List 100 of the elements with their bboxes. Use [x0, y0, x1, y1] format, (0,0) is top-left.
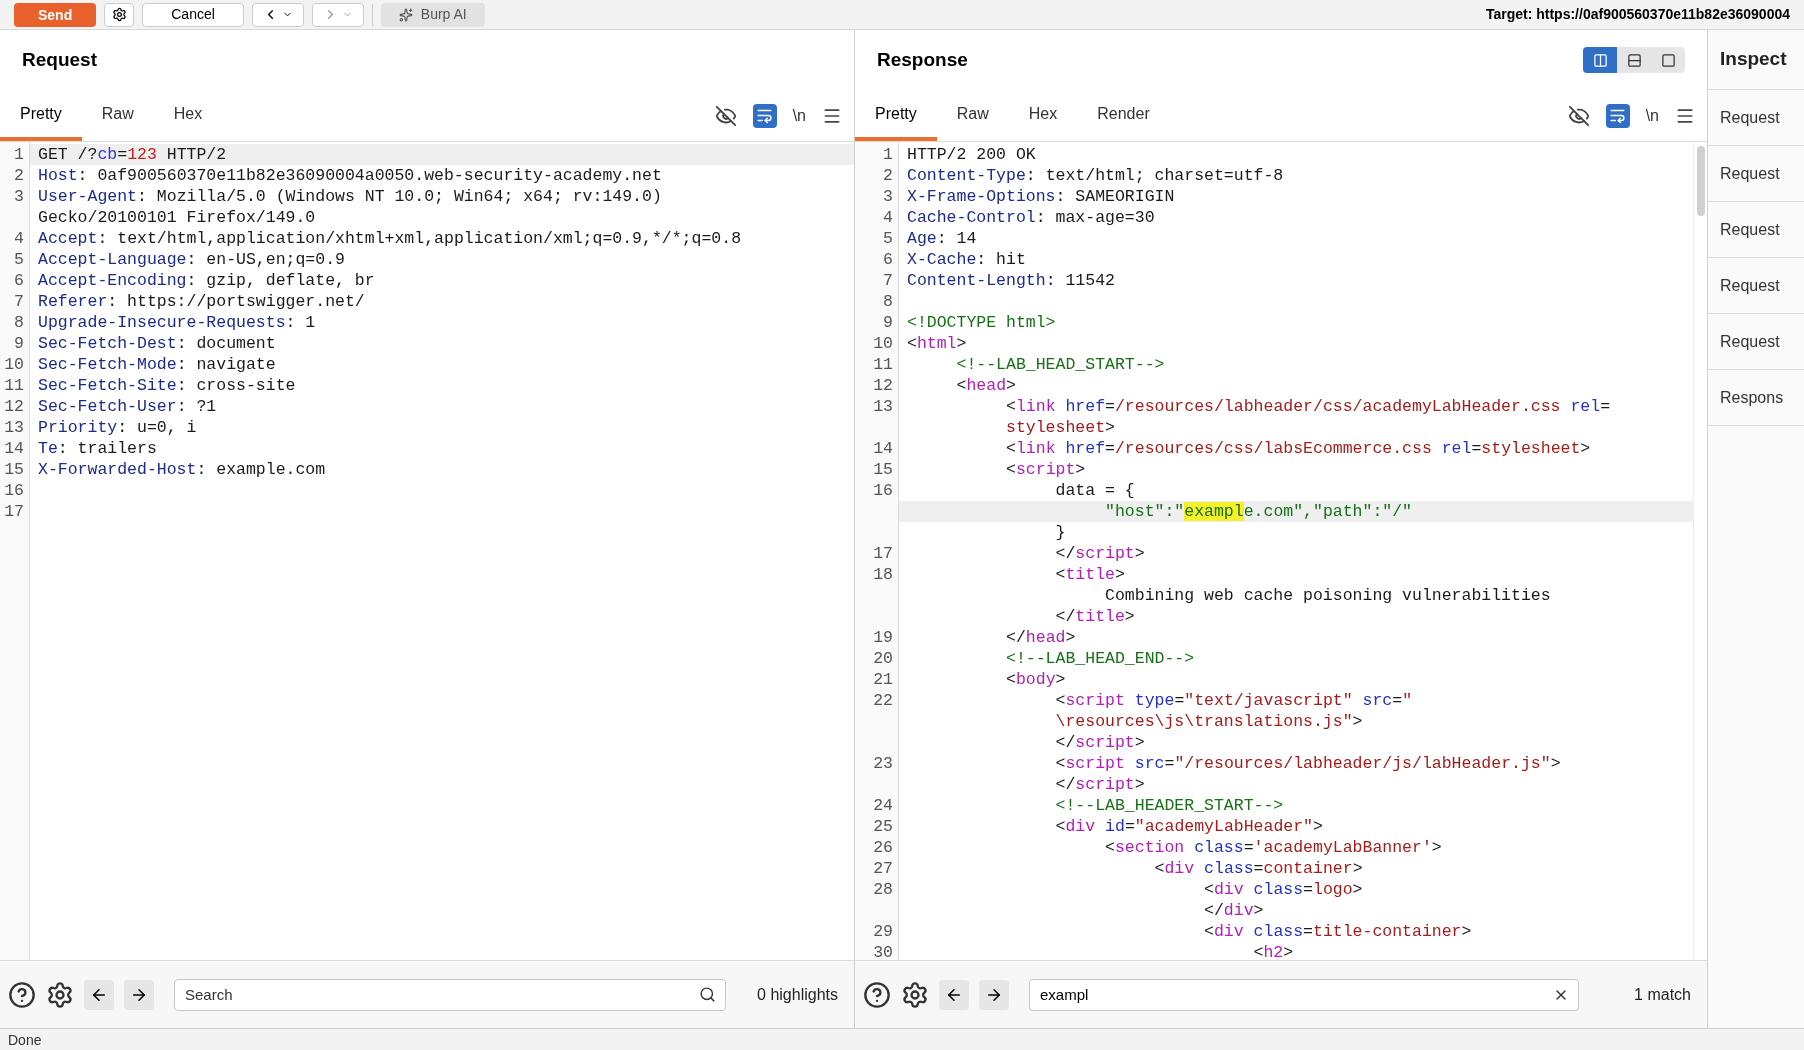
code-line: Content-Length: 11542: [906, 270, 1116, 291]
inspector-section[interactable]: Respons: [1720, 385, 1784, 410]
code-line: <script type="text/javascript" src=": [1054, 690, 1414, 711]
settings-button[interactable]: [104, 2, 135, 27]
panel-title: Response: [877, 47, 968, 72]
line-number: 18: [873, 565, 893, 584]
code-line: <script src="/resources/labheader/js/labHeader.js">: [1054, 753, 1562, 774]
line-number: 24: [873, 796, 893, 815]
line-number: 10: [4, 355, 24, 374]
scrollbar-thumb[interactable]: [1696, 146, 1705, 216]
target-url: Target: https://0af900560370e11b82e36090004: [1485, 5, 1790, 24]
code-line: </script>: [1054, 774, 1146, 795]
code-line: Age: 14: [906, 228, 978, 249]
line-number: 22: [873, 691, 893, 710]
code-line: <div class=title-container>: [1203, 921, 1473, 942]
line-number: 4: [883, 208, 893, 227]
code-line: Referer: https://portswigger.net/: [37, 291, 366, 312]
code-line: <!--LAB_HEADER_START-->: [1054, 795, 1285, 816]
search-field[interactable]: Search: [174, 978, 726, 1011]
code-line: </script>: [1054, 732, 1146, 753]
code-line: </div>: [1203, 900, 1265, 921]
line-number: 8: [14, 313, 24, 332]
code-line: Content-Type: text/html; charset=utf-8: [906, 165, 1285, 186]
code-line: <div id="academyLabHeader">: [1054, 816, 1324, 837]
line-number: 14: [4, 439, 24, 458]
next-button[interactable]: [979, 979, 1009, 1010]
code-line: data = {: [1054, 480, 1136, 501]
inspector-section[interactable]: Request: [1720, 273, 1780, 298]
panel-title: Request: [22, 47, 97, 72]
code-line: Sec-Fetch-Site: cross-site: [37, 375, 297, 396]
code-line: Host: 0af900560370e11b82e36090004a0050.web-security-academy.net: [37, 165, 663, 186]
layout-button[interactable]: [1651, 47, 1685, 73]
code-line: Priority: u=0, i: [37, 417, 198, 438]
next-button[interactable]: [124, 979, 154, 1010]
line-number: 21: [873, 670, 893, 689]
line-number: 26: [873, 838, 893, 857]
inspector-section[interactable]: Request: [1720, 161, 1780, 186]
newline-toggle[interactable]: \n: [1645, 103, 1659, 128]
search-result-count: 0 highlights: [756, 984, 839, 1005]
line-number: 19: [873, 628, 893, 647]
line-number: 9: [883, 313, 893, 332]
code-line: </script>: [1054, 543, 1146, 564]
line-number: 12: [873, 376, 893, 395]
help-icon[interactable]: [8, 980, 36, 1009]
editor-tab[interactable]: Hex: [1008, 90, 1078, 141]
search-icon[interactable]: [699, 985, 716, 1003]
wrap-toggle[interactable]: [1605, 103, 1630, 128]
code-line: stylesheet>: [1005, 417, 1116, 438]
editor-tab[interactable]: Hex: [153, 90, 223, 141]
inspector-section[interactable]: Request: [1720, 217, 1780, 242]
line-number: 2: [883, 166, 893, 185]
layout-icon: [1592, 52, 1608, 68]
line-number: 5: [14, 250, 24, 269]
line-number: 17: [873, 544, 893, 563]
layout-button[interactable]: [1617, 47, 1651, 73]
code-line: Te: trailers: [37, 438, 158, 459]
code-line: User-Agent: Mozilla/5.0 (Windows NT 10.0; Win64; x64; rv:149.0): [37, 186, 663, 207]
burp-ai-button[interactable]: Burp AI: [380, 2, 485, 27]
code-line: <h2>: [1252, 942, 1295, 960]
search-field[interactable]: exampl: [1029, 978, 1579, 1011]
settings-icon[interactable]: [46, 980, 74, 1009]
previous-button[interactable]: [939, 979, 969, 1010]
line-number: 29: [873, 922, 893, 941]
line-number: 11: [873, 355, 893, 374]
code-line: Accept: text/html,application/xhtml+xml,application/xml;q=0.9,*/*;q=0.8: [37, 228, 743, 249]
line-number: 13: [4, 418, 24, 437]
line-number: 30: [873, 943, 893, 960]
code-line: Sec-Fetch-Mode: navigate: [37, 354, 277, 375]
code-line: HTTP/2 200 OK: [906, 144, 1037, 165]
editor-tab[interactable]: Raw: [936, 90, 1009, 141]
code-line: <!DOCTYPE html>: [906, 312, 1057, 333]
help-icon[interactable]: [863, 980, 891, 1009]
line-number: 27: [873, 859, 893, 878]
line-number: 8: [883, 292, 893, 311]
layout-icon: [1626, 52, 1642, 68]
editor-tab[interactable]: Raw: [81, 90, 154, 141]
editor-tab[interactable]: Render: [1077, 90, 1170, 141]
wrap-toggle[interactable]: [752, 103, 777, 128]
hide-icon[interactable]: [1567, 104, 1590, 127]
hide-icon[interactable]: [714, 104, 737, 127]
line-number: 4: [14, 229, 24, 248]
code-line: X-Cache: hit: [906, 249, 1027, 270]
settings-icon[interactable]: [901, 980, 929, 1009]
line-number: 28: [873, 880, 893, 899]
line-number: 1: [14, 145, 24, 164]
code-line: X-Forwarded-Host: example.com: [37, 459, 327, 480]
line-number: 17: [4, 502, 24, 521]
inspector-section[interactable]: Request: [1720, 105, 1780, 130]
layout-button[interactable]: [1583, 47, 1617, 73]
line-number: 13: [873, 397, 893, 416]
inspector-section[interactable]: Request: [1720, 329, 1780, 354]
inspector-title: Inspect: [1720, 47, 1787, 72]
newline-toggle[interactable]: \n: [792, 103, 806, 128]
code-line: Gecko/20100101 Firefox/149.0: [37, 207, 317, 228]
line-number: 12: [4, 397, 24, 416]
previous-button[interactable]: [84, 979, 114, 1010]
cancel-button[interactable]: Cancel: [142, 2, 244, 27]
code-line: </head>: [1005, 627, 1077, 648]
layout-icon: [1660, 52, 1676, 68]
line-number: 25: [873, 817, 893, 836]
